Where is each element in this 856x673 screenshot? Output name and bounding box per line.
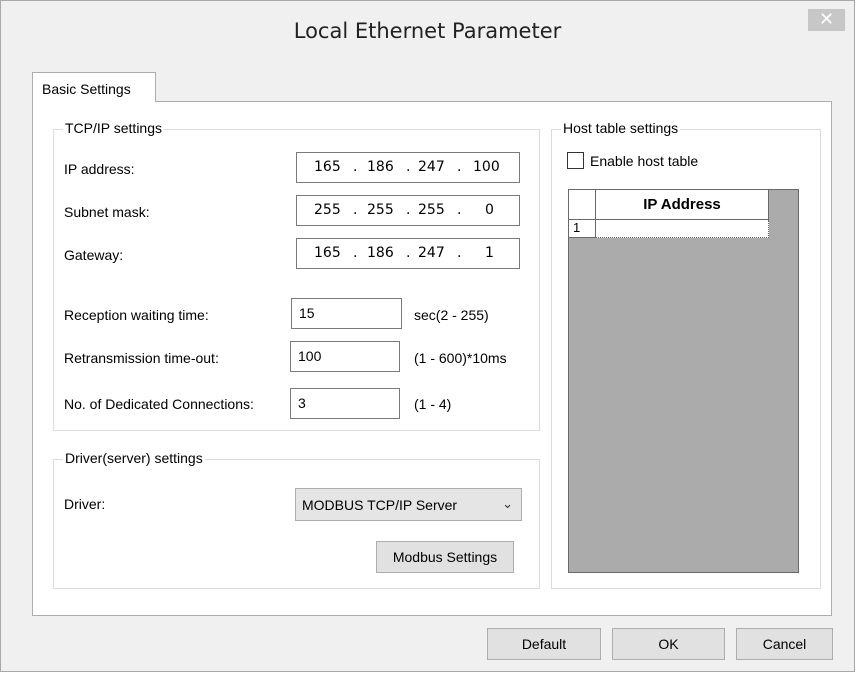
retransmission-timeout-label: Retransmission time-out: bbox=[64, 350, 219, 366]
ip-octet-1: 165 bbox=[314, 159, 341, 175]
gateway-octet-1: 165 bbox=[314, 245, 341, 261]
gateway-octet-3: 247 bbox=[418, 245, 445, 261]
gateway-dot: . bbox=[353, 245, 358, 261]
modbus-settings-button[interactable]: Modbus Settings bbox=[376, 541, 514, 573]
gateway-field[interactable]: 165 . 186 . 247 . 1 bbox=[296, 238, 520, 269]
subnet-octet-1: 255 bbox=[314, 202, 341, 218]
gateway-label: Gateway: bbox=[64, 247, 124, 263]
reception-unit-label: sec(2 - 255) bbox=[414, 307, 489, 323]
close-button[interactable]: ✕ bbox=[808, 9, 845, 31]
ip-dot: . bbox=[406, 159, 411, 175]
subnet-dot: . bbox=[457, 202, 462, 218]
reception-waiting-time-input[interactable]: 15 bbox=[291, 298, 402, 329]
table-cell-ip[interactable] bbox=[596, 220, 769, 238]
enable-host-table-checkbox[interactable] bbox=[567, 152, 584, 169]
driver-label: Driver: bbox=[64, 496, 106, 512]
subnet-dot: . bbox=[353, 202, 358, 218]
table-row-header[interactable]: 1 bbox=[569, 220, 596, 238]
subnet-octet-4: 0 bbox=[485, 202, 494, 218]
dialog-title: Local Ethernet Parameter bbox=[293, 19, 562, 43]
ip-octet-3: 247 bbox=[418, 159, 445, 175]
host-ip-table[interactable]: IP Address 1 bbox=[568, 189, 799, 573]
default-button[interactable]: Default bbox=[487, 628, 601, 660]
tab-basic-settings[interactable]: Basic Settings bbox=[32, 72, 156, 102]
reception-waiting-time-label: Reception waiting time: bbox=[64, 307, 209, 323]
retransmission-timeout-input[interactable]: 100 bbox=[290, 341, 400, 372]
dialog-window: Local Ethernet Parameter ✕ Basic Setting… bbox=[0, 0, 855, 672]
subnet-octet-3: 255 bbox=[418, 202, 445, 218]
subnet-mask-field[interactable]: 255 . 255 . 255 . 0 bbox=[296, 195, 520, 226]
subnet-mask-label: Subnet mask: bbox=[64, 204, 150, 220]
dedicated-connections-label: No. of Dedicated Connections: bbox=[64, 396, 254, 412]
retransmission-unit-label: (1 - 600)*10ms bbox=[414, 350, 507, 366]
subnet-dot: . bbox=[406, 202, 411, 218]
gateway-dot: . bbox=[457, 245, 462, 261]
title-bar[interactable]: Local Ethernet Parameter ✕ bbox=[1, 1, 854, 63]
host-table-settings-legend: Host table settings bbox=[561, 120, 681, 136]
chevron-down-icon: ⌄ bbox=[502, 496, 513, 511]
driver-settings-legend: Driver(server) settings bbox=[63, 450, 205, 466]
ok-button[interactable]: OK bbox=[612, 628, 725, 660]
gateway-octet-2: 186 bbox=[367, 245, 394, 261]
ip-octet-4: 100 bbox=[473, 159, 500, 175]
gateway-dot: . bbox=[406, 245, 411, 261]
table-corner-cell bbox=[569, 190, 596, 220]
cancel-button[interactable]: Cancel bbox=[736, 628, 833, 660]
tcpip-settings-legend: TCP/IP settings bbox=[63, 120, 165, 136]
ip-address-label: IP address: bbox=[64, 161, 135, 177]
dedicated-connections-input[interactable]: 3 bbox=[290, 388, 400, 419]
ip-octet-2: 186 bbox=[367, 159, 394, 175]
gateway-octet-4: 1 bbox=[485, 245, 494, 261]
close-icon: ✕ bbox=[818, 9, 835, 29]
enable-host-table-label[interactable]: Enable host table bbox=[590, 153, 698, 169]
ip-dot: . bbox=[353, 159, 358, 175]
dedicated-unit-label: (1 - 4) bbox=[414, 396, 452, 412]
driver-select-value: MODBUS TCP/IP Server bbox=[302, 497, 458, 513]
ip-address-column-header[interactable]: IP Address bbox=[596, 190, 769, 220]
ip-address-field[interactable]: 165 . 186 . 247 . 100 bbox=[296, 152, 520, 183]
driver-select[interactable]: MODBUS TCP/IP Server ⌄ bbox=[295, 488, 522, 521]
ip-dot: . bbox=[457, 159, 462, 175]
subnet-octet-2: 255 bbox=[367, 202, 394, 218]
